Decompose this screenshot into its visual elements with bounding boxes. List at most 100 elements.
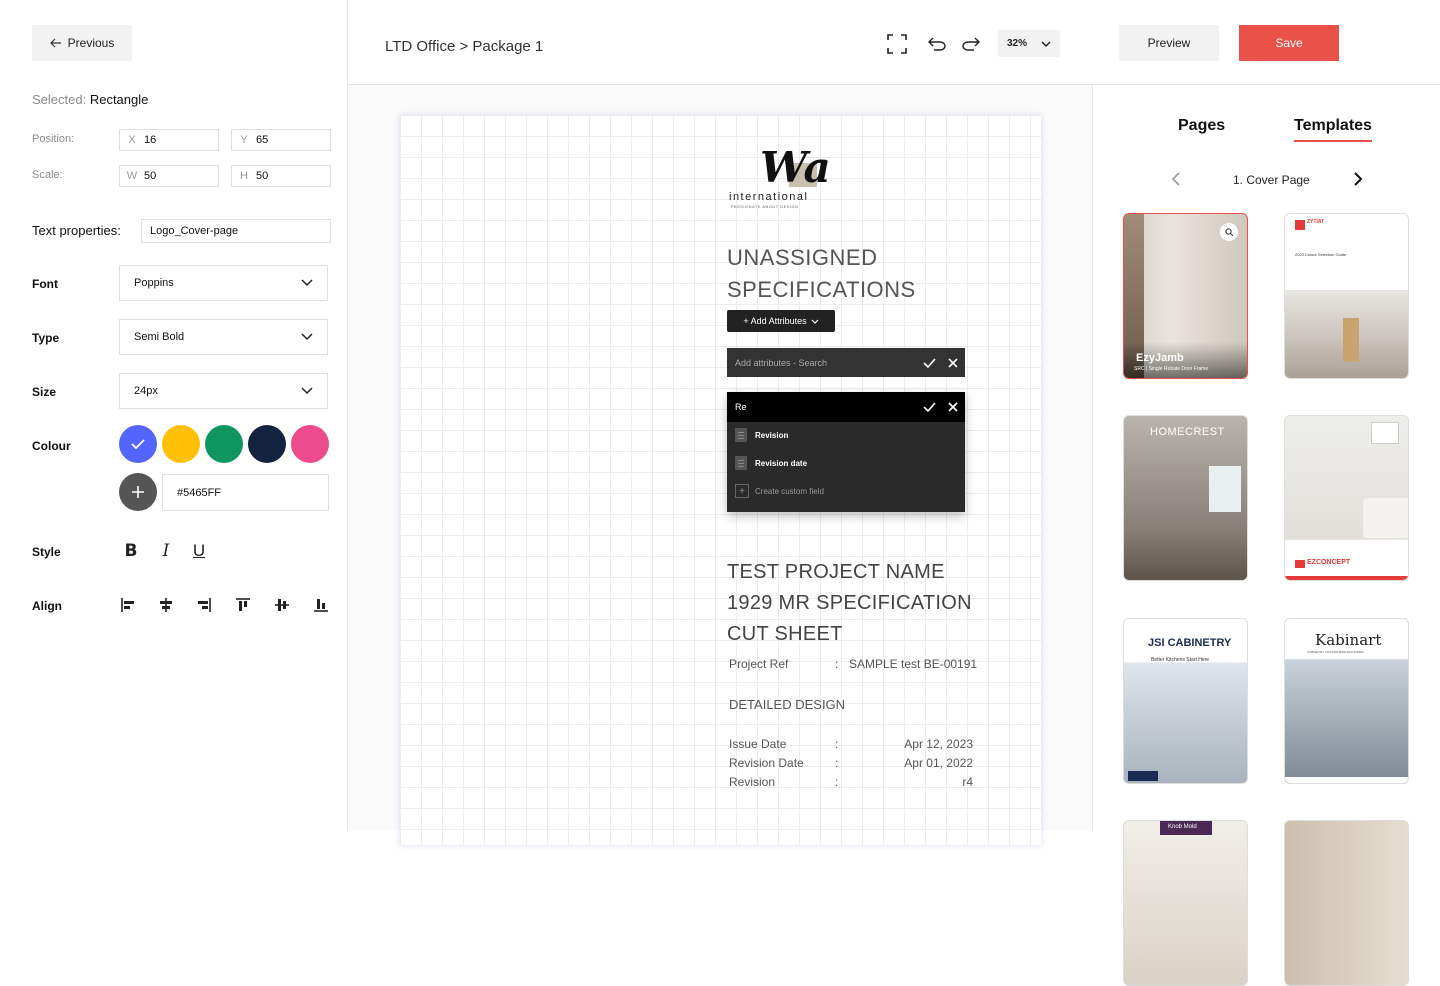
chevron-right-icon	[1353, 172, 1362, 186]
template-thumbnail[interactable]	[1284, 820, 1409, 986]
tab-pages[interactable]: Pages	[1178, 117, 1225, 135]
revision-value: r4	[962, 775, 973, 789]
colon: :	[835, 775, 839, 789]
swatch-blue[interactable]	[119, 425, 157, 463]
template-thumbnail[interactable]: HOMECREST	[1123, 415, 1248, 581]
confirm-button[interactable]	[923, 356, 936, 369]
detailed-design: DETAILED DESIGN	[729, 697, 846, 712]
next-page-button[interactable]	[1349, 170, 1367, 188]
dropdown-item-revision-date[interactable]: Revision date	[735, 456, 807, 470]
create-custom-field-button[interactable]: + Create custom field	[735, 484, 824, 498]
redo-icon	[962, 37, 980, 51]
template-thumbnail[interactable]: Kabinart CABINETRY CUSTOM MANUFACTURED	[1284, 618, 1409, 784]
dropdown-item-label: Revision date	[755, 458, 808, 468]
document-icon	[735, 456, 747, 470]
chevron-down-icon	[301, 279, 313, 287]
company-logo[interactable]: Wa international PASSIONATE ABOUT DESIGN	[727, 143, 831, 209]
current-page-label: 1. Cover Page	[1233, 173, 1310, 187]
close-button[interactable]	[946, 356, 959, 369]
position-y-field[interactable]: Y 65	[231, 129, 331, 151]
chevron-down-icon	[301, 333, 313, 341]
add-colour-button[interactable]	[119, 473, 157, 511]
x-value: 16	[144, 134, 157, 146]
position-x-field[interactable]: X 16	[119, 129, 219, 151]
template-thumbnail[interactable]: EZCONCEPT	[1284, 415, 1409, 581]
issue-date-value: Apr 12, 2023	[904, 737, 973, 751]
redo-button[interactable]	[960, 33, 982, 55]
template-thumbnail[interactable]: JSI CABINETRY Better Kitchens Start Here	[1123, 618, 1248, 784]
underline-button[interactable]: U	[188, 540, 210, 562]
previous-button[interactable]: Previous	[32, 25, 132, 61]
title-line-1: UNASSIGNED	[727, 245, 878, 270]
issue-date-label: Issue Date	[729, 737, 787, 751]
scale-h-field[interactable]: H 50	[231, 165, 331, 187]
type-dropdown[interactable]: Semi Bold	[119, 319, 328, 355]
type-label: Type	[32, 331, 60, 345]
document-page[interactable]: Wa international PASSIONATE ABOUT DESIGN…	[400, 115, 1041, 845]
selected-label: Selected:	[32, 92, 87, 107]
style-label: Style	[32, 545, 61, 559]
dropdown-item-revision[interactable]: Revision	[735, 428, 788, 442]
swatch-pink[interactable]	[291, 425, 329, 463]
save-button[interactable]: Save	[1239, 25, 1339, 61]
colon: :	[835, 756, 839, 770]
previous-page-button[interactable]	[1166, 170, 1184, 188]
align-center-button[interactable]	[155, 594, 177, 616]
active-tab-indicator	[1294, 140, 1372, 142]
zoom-icon[interactable]	[1220, 223, 1238, 241]
size-dropdown[interactable]: 24px	[119, 373, 328, 409]
scale-w-field[interactable]: W 50	[119, 165, 219, 187]
text-properties-label: Text properties:	[32, 223, 121, 238]
zoom-value: 32%	[1007, 38, 1028, 49]
align-bottom-button[interactable]	[310, 594, 332, 616]
project-title[interactable]: TEST PROJECT NAME 1929 MR SPECIFICATION …	[727, 557, 972, 650]
undo-icon	[928, 37, 946, 51]
template-thumbnail[interactable]: ZYTIAT 2023 Colour Selection Guide	[1284, 213, 1409, 379]
align-top-button[interactable]	[232, 594, 254, 616]
undo-button[interactable]	[926, 33, 948, 55]
attribute-search-input[interactable]: Add attributes - Search	[727, 348, 965, 377]
close-button[interactable]	[946, 401, 959, 414]
preview-button[interactable]: Preview	[1119, 25, 1219, 61]
breadcrumb[interactable]: LTD Office > Package 1	[385, 38, 543, 55]
query-value: Re	[735, 402, 747, 412]
plus-icon	[132, 486, 144, 498]
align-bottom-icon	[314, 599, 328, 612]
template-brand: ZYTIAT	[1307, 219, 1325, 225]
close-icon	[947, 402, 958, 412]
align-top-icon	[236, 598, 250, 611]
page-title[interactable]: UNASSIGNED SPECIFICATIONS	[727, 242, 916, 306]
font-dropdown[interactable]: Poppins	[119, 265, 328, 301]
template-subtitle: Better Kitchens Start Here	[1151, 657, 1210, 663]
align-middle-icon	[275, 599, 289, 611]
attribute-query-input[interactable]: Re	[727, 392, 965, 422]
w-value: 50	[144, 170, 157, 182]
close-icon	[947, 357, 958, 368]
template-thumbnail[interactable]: EzyJamb SRC | Single Rebate Door Frame	[1123, 213, 1248, 379]
custom-field-label: Create custom field	[755, 486, 824, 496]
colour-label: Colour	[32, 439, 71, 453]
italic-button[interactable]: I	[155, 540, 177, 562]
search-placeholder: Add attributes - Search	[735, 357, 828, 368]
hex-colour-input[interactable]: #5465FF	[162, 474, 329, 511]
zoom-dropdown[interactable]: 32%	[998, 30, 1060, 57]
fullscreen-button[interactable]	[886, 33, 908, 55]
template-thumbnail[interactable]: Knob Mold	[1123, 820, 1248, 986]
align-middle-button[interactable]	[271, 594, 293, 616]
properties-panel: Previous Selected: Rectangle Position: X…	[0, 0, 348, 830]
confirm-button[interactable]	[923, 401, 936, 414]
swatch-yellow[interactable]	[162, 425, 200, 463]
project-ref-label: Project Ref	[729, 657, 789, 671]
text-properties-input[interactable]: Logo_Cover-page	[141, 219, 331, 243]
tab-templates[interactable]: Templates	[1294, 117, 1372, 135]
revision-date-label: Revision Date	[729, 756, 804, 770]
bold-button[interactable]: B	[120, 540, 142, 562]
top-bar: LTD Office > Package 1 32% Preview Save	[348, 0, 1440, 85]
add-attributes-button[interactable]: + Add Attributes	[727, 310, 835, 332]
align-right-button[interactable]	[193, 594, 215, 616]
swatch-navy[interactable]	[248, 425, 286, 463]
logo-mark: Wa	[760, 143, 831, 192]
swatch-green[interactable]	[205, 425, 243, 463]
position-label: Position:	[32, 133, 75, 145]
align-left-button[interactable]	[117, 594, 139, 616]
